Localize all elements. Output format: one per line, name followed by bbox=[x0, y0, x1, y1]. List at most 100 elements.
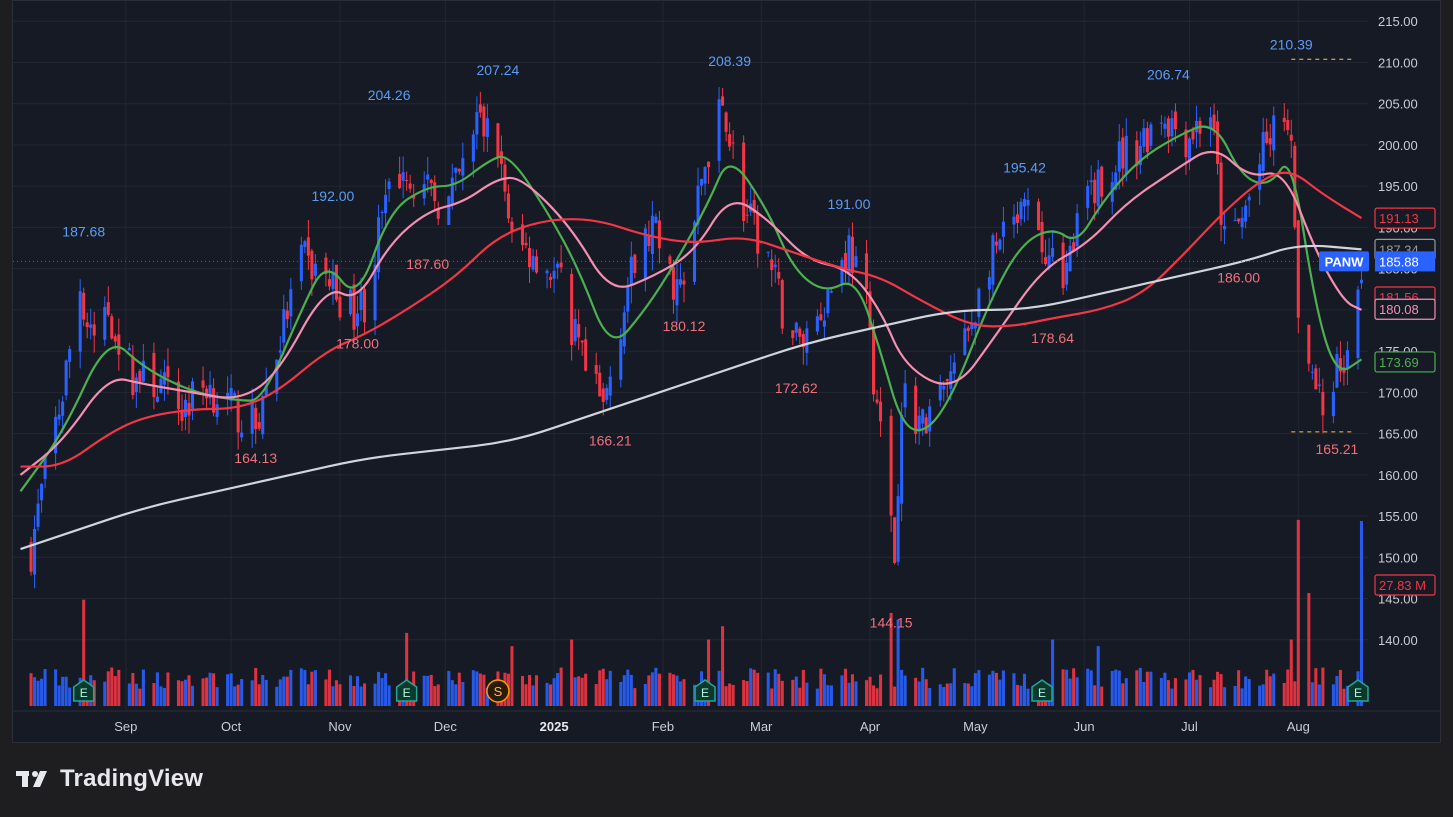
candle-body bbox=[1237, 218, 1241, 222]
volume-bar bbox=[914, 677, 918, 706]
candle-body bbox=[1040, 222, 1044, 253]
earnings-marker-icon[interactable]: E bbox=[1347, 679, 1369, 702]
candle-body bbox=[780, 280, 784, 329]
volume-bar bbox=[240, 679, 244, 706]
volume-bar bbox=[1296, 519, 1300, 706]
price-tick-label: 165.00 bbox=[1378, 427, 1418, 442]
volume-bar bbox=[1026, 688, 1030, 706]
earnings-marker-icon[interactable]: E bbox=[694, 679, 716, 702]
candle-body bbox=[570, 273, 574, 346]
candlesticks[interactable] bbox=[29, 87, 1364, 589]
candle-body bbox=[584, 339, 588, 371]
candle-body bbox=[1163, 123, 1167, 129]
volume-bar bbox=[552, 678, 556, 706]
volume-bar bbox=[917, 681, 921, 706]
split-marker-icon[interactable]: S bbox=[486, 679, 510, 703]
candle-body bbox=[57, 414, 61, 420]
candle-body bbox=[433, 182, 437, 202]
brand[interactable]: TradingView bbox=[16, 764, 203, 794]
candle-body bbox=[1244, 205, 1248, 222]
volume-bar bbox=[1223, 687, 1227, 706]
volume-bar bbox=[633, 688, 637, 706]
volume-bar bbox=[1163, 672, 1167, 706]
volume-bar bbox=[843, 668, 847, 706]
chart-frame[interactable]: 187.68 164.13 192.00 178.00 204.26 187.60 207.… bbox=[12, 0, 1441, 743]
volume-bar bbox=[742, 680, 746, 706]
candle-body bbox=[671, 267, 675, 300]
candle-body bbox=[608, 376, 612, 396]
time-tick-label: Apr bbox=[860, 719, 881, 734]
volume-bar bbox=[622, 675, 626, 706]
volume-bar bbox=[1212, 679, 1216, 706]
candle-body bbox=[131, 356, 135, 396]
price-badge-label: 191.13 bbox=[1379, 211, 1419, 226]
time-tick-label: Jul bbox=[1181, 719, 1198, 734]
volume-bar bbox=[977, 670, 981, 706]
candle-body bbox=[977, 288, 981, 317]
low-label: 172.62 bbox=[775, 380, 818, 396]
volume-bar bbox=[1261, 684, 1265, 706]
candle-body bbox=[106, 302, 110, 315]
price-axis-badge: 173.69 bbox=[1374, 351, 1436, 373]
candle-body bbox=[496, 123, 500, 158]
candle-body bbox=[1359, 279, 1364, 284]
earnings-marker-label: E bbox=[403, 686, 411, 700]
volume-bar bbox=[377, 671, 381, 706]
candle-body bbox=[352, 284, 356, 330]
candle-body bbox=[742, 142, 746, 222]
volume-bar bbox=[900, 669, 904, 706]
candle-body bbox=[773, 264, 777, 268]
candle-body bbox=[991, 235, 995, 285]
volume-bar bbox=[671, 674, 675, 706]
candle-body bbox=[1261, 132, 1265, 171]
earnings-marker-icon[interactable]: E bbox=[1031, 679, 1053, 702]
price-chart[interactable]: 187.68 164.13 192.00 178.00 204.26 187.60 207.… bbox=[13, 1, 1441, 743]
volume-bar bbox=[429, 674, 433, 706]
candle-body bbox=[1037, 201, 1041, 231]
price-tick-label: 210.00 bbox=[1378, 55, 1418, 70]
candle-body bbox=[728, 134, 732, 147]
candle-body bbox=[822, 320, 826, 327]
volume-bar bbox=[138, 688, 142, 706]
volume-bar bbox=[1138, 667, 1142, 706]
candle-body bbox=[766, 251, 770, 253]
candle-body bbox=[1015, 214, 1019, 223]
volume-bar bbox=[282, 676, 286, 706]
price-tick-label: 170.00 bbox=[1378, 385, 1418, 400]
volume-bar bbox=[257, 684, 261, 706]
volume-bar bbox=[1359, 521, 1364, 706]
candle-body bbox=[152, 352, 156, 398]
volume-bar bbox=[770, 688, 774, 706]
candle-body bbox=[1145, 128, 1149, 153]
candle-body bbox=[896, 496, 900, 562]
volume-bar bbox=[921, 667, 925, 706]
volume-bar bbox=[1124, 678, 1128, 706]
candle-body bbox=[1282, 117, 1286, 123]
candle-body bbox=[1117, 141, 1121, 172]
volume-bar bbox=[1117, 670, 1121, 706]
price-axis-badge: 191.13 bbox=[1374, 207, 1436, 229]
candle-body bbox=[1051, 247, 1055, 257]
candle-body bbox=[454, 167, 458, 173]
candle-body bbox=[387, 181, 391, 189]
volume-bar bbox=[896, 619, 900, 706]
last-price-badge: PANW 185.88 bbox=[1319, 251, 1435, 272]
volume-bar bbox=[261, 674, 265, 706]
candle-body bbox=[485, 118, 489, 137]
low-label: 178.64 bbox=[1031, 330, 1074, 346]
volume-bar bbox=[626, 669, 630, 706]
moving-average-line bbox=[19, 151, 1362, 476]
volume-bar bbox=[1331, 684, 1335, 706]
candle-body bbox=[1173, 111, 1177, 130]
low-label: 166.21 bbox=[589, 433, 632, 449]
candle-body bbox=[1345, 350, 1349, 369]
candle-body bbox=[629, 256, 633, 286]
candle-body bbox=[872, 328, 876, 395]
volume-bar bbox=[745, 681, 749, 706]
volume-bar bbox=[1314, 668, 1318, 706]
candle-body bbox=[966, 327, 970, 331]
event-markers[interactable]: E E E E ES bbox=[72, 679, 1369, 703]
volume-bar bbox=[535, 675, 539, 706]
volume-bar bbox=[450, 680, 454, 706]
volume-bar bbox=[549, 684, 553, 706]
